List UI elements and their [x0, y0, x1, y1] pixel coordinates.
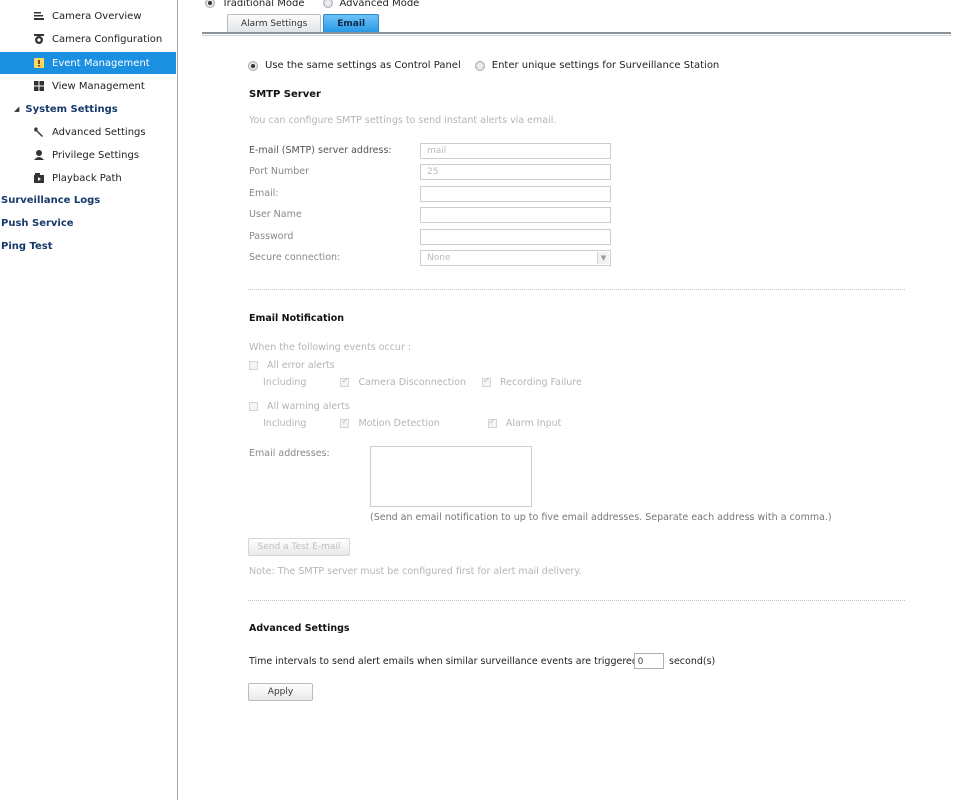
section-divider — [248, 289, 905, 290]
sidebar-item-label: Camera Configuration — [52, 33, 163, 45]
sidebar-item-view-management[interactable]: View Management — [0, 75, 176, 97]
collapse-triangle-icon: ◢ — [14, 105, 20, 113]
interval-label: Time intervals to send alert emails when… — [249, 656, 642, 667]
apply-button[interactable]: Apply — [248, 683, 313, 701]
sidebar-group-label: System Settings — [25, 103, 118, 115]
secure-connection-select[interactable]: None ▼ — [420, 250, 611, 266]
sidebar-item-label: Event Management — [52, 57, 150, 69]
send-test-email-button[interactable]: Send a Test E-mail — [248, 538, 350, 556]
same-settings-label: Use the same settings as Control Panel — [265, 60, 461, 71]
email-addresses-textarea[interactable] — [370, 446, 532, 507]
username-input[interactable] — [420, 207, 611, 223]
alarm-input-label: Alarm Input — [505, 418, 562, 429]
same-settings-radio[interactable] — [248, 60, 258, 71]
traditional-mode-label: Traditional Mode — [222, 0, 305, 9]
smtp-server-input[interactable]: mail — [420, 143, 611, 159]
view-grid-icon — [33, 80, 45, 92]
error-alerts-row: All error alerts — [249, 360, 335, 371]
interval-unit: second(s) — [669, 656, 716, 667]
secure-connection-value: None — [427, 253, 451, 263]
advanced-settings-heading: Advanced Settings — [249, 623, 350, 634]
username-label: User Name — [249, 209, 302, 220]
event-alert-icon — [33, 57, 45, 69]
sidebar: Camera Overview Camera Configuration Eve… — [0, 0, 178, 800]
motion-detection-checkbox[interactable] — [340, 417, 350, 428]
email-notification-heading: Email Notification — [249, 313, 345, 324]
main-panel: Traditional Mode Advanced Mode Alarm Set… — [178, 0, 975, 800]
camera-disconnection-label: Camera Disconnection — [358, 377, 466, 388]
tab-email[interactable]: Email — [323, 14, 380, 32]
secure-connection-label: Secure connection: — [249, 252, 341, 263]
sidebar-link-surveillance-logs[interactable]: Surveillance Logs — [0, 189, 176, 211]
tab-underline — [202, 32, 951, 34]
recording-failure-checkbox[interactable] — [482, 376, 491, 387]
sidebar-item-label: Advanced Settings — [52, 126, 146, 138]
warning-including-row: Including Motion Detection Alarm Input — [263, 417, 562, 429]
settings-source-row: Use the same settings as Control Panel E… — [248, 60, 719, 71]
camera-config-icon — [33, 33, 45, 45]
error-including-row: Including Camera Disconnection Recording… — [263, 376, 582, 388]
recording-failure-label: Recording Failure — [500, 377, 582, 388]
sidebar-item-label: Privilege Settings — [52, 149, 140, 161]
smtp-description: You can configure SMTP settings to send … — [249, 115, 557, 126]
alarm-input-checkbox[interactable] — [487, 417, 497, 428]
unique-settings-label: Enter unique settings for Surveillance S… — [491, 60, 720, 71]
when-events-label: When the following events occur : — [249, 342, 412, 353]
advanced-mode-label: Advanced Mode — [339, 0, 420, 9]
wrench-icon — [33, 126, 45, 138]
sidebar-item-camera-configuration[interactable]: Camera Configuration — [0, 28, 176, 50]
mode-selector: Traditional Mode Advanced Mode — [205, 0, 419, 10]
port-label: Port Number — [249, 166, 310, 177]
playback-path-icon — [33, 172, 45, 184]
interval-input[interactable] — [634, 653, 664, 669]
tab-underline-shadow — [202, 35, 951, 36]
section-divider — [248, 600, 905, 601]
sidebar-item-label: View Management — [52, 80, 145, 92]
motion-detection-label: Motion Detection — [358, 418, 440, 429]
warning-alerts-row: All warning alerts — [249, 401, 350, 412]
email-addresses-note: (Send an email notification to up to fiv… — [370, 512, 832, 523]
password-input[interactable] — [420, 229, 611, 245]
sidebar-item-label: Playback Path — [52, 172, 122, 184]
sidebar-item-playback-path[interactable]: Playback Path — [0, 167, 176, 189]
tab-alarm-settings[interactable]: Alarm Settings — [227, 14, 322, 32]
smtp-heading: SMTP Server — [249, 89, 321, 100]
smtp-server-label: E-mail (SMTP) server address: — [249, 145, 392, 156]
unique-settings-radio[interactable] — [474, 60, 485, 71]
tab-bar: Alarm Settings Email — [227, 14, 381, 32]
including-label: Including — [263, 377, 307, 388]
email-label: Email: — [249, 188, 279, 199]
warning-alerts-checkbox[interactable] — [249, 402, 258, 411]
sidebar-item-event-management[interactable]: Event Management — [0, 52, 176, 74]
email-field[interactable] — [420, 186, 611, 202]
port-input[interactable]: 25 — [420, 164, 611, 180]
camera-overview-icon — [33, 10, 45, 22]
password-label: Password — [249, 231, 294, 242]
sidebar-group-system-settings[interactable]: ◢ System Settings — [0, 98, 176, 120]
user-icon — [33, 149, 45, 161]
including-label: Including — [263, 418, 307, 429]
traditional-mode-radio[interactable] — [205, 0, 215, 8]
sidebar-link-ping-test[interactable]: Ping Test — [0, 235, 176, 257]
warning-alerts-label: All warning alerts — [267, 401, 350, 412]
sidebar-item-advanced-settings[interactable]: Advanced Settings — [0, 121, 176, 143]
chevron-down-icon: ▼ — [597, 252, 609, 264]
advanced-mode-radio[interactable] — [322, 0, 333, 8]
sidebar-item-camera-overview[interactable]: Camera Overview — [0, 5, 176, 27]
sidebar-item-privilege-settings[interactable]: Privilege Settings — [0, 144, 176, 166]
error-alerts-label: All error alerts — [267, 360, 335, 371]
smtp-note: Note: The SMTP server must be configured… — [249, 566, 582, 577]
sidebar-item-label: Camera Overview — [52, 10, 142, 22]
sidebar-link-push-service[interactable]: Push Service — [0, 212, 176, 234]
email-addresses-label: Email addresses: — [249, 448, 330, 459]
error-alerts-checkbox[interactable] — [249, 361, 258, 370]
camera-disconnection-checkbox[interactable] — [340, 376, 350, 387]
